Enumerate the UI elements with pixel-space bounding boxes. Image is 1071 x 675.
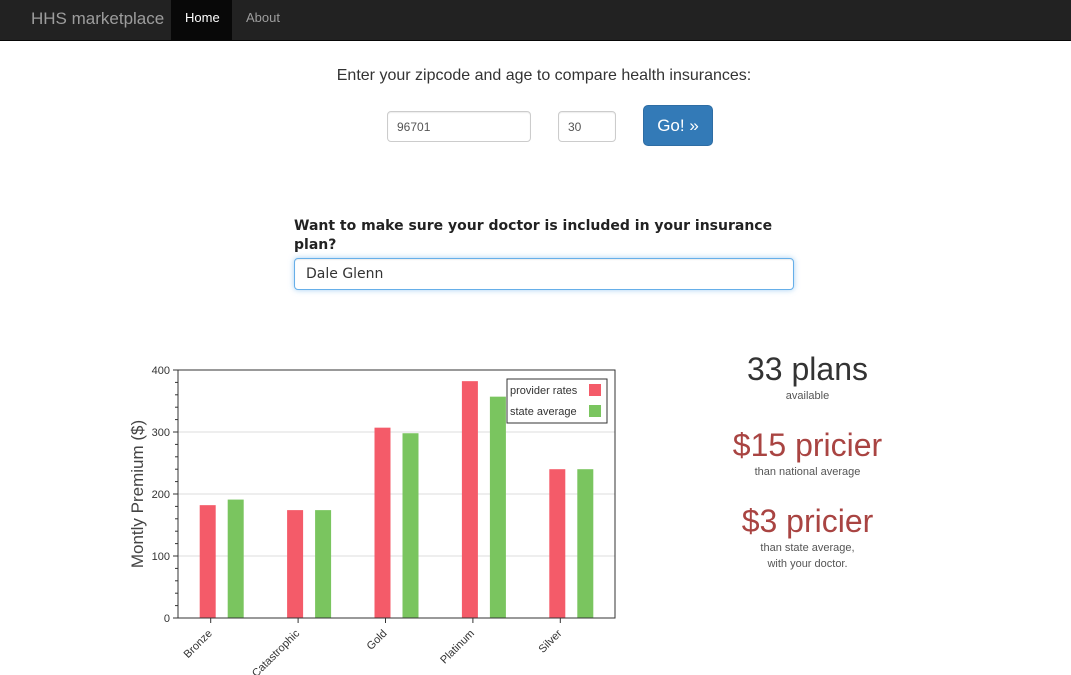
national-comparison: $15 pricier [732,427,883,463]
nav-about[interactable]: About [232,0,294,40]
y-tick-label: 100 [152,551,170,563]
bar-provider-rates-bronze [199,505,216,618]
plans-count: 33 plans [747,351,868,387]
bar-provider-rates-catastrophic [287,510,304,618]
doctor-question: Want to make sure your doctor is include… [294,218,773,253]
state-sub-2: with your doctor. [767,558,848,570]
bar-provider-rates-gold [374,427,391,618]
age-input[interactable] [558,111,616,142]
bar-state-average-catastrophic [315,510,332,618]
y-tick-label: 0 [164,613,170,625]
premium-bar-chart: 0 100 200 300 400 Montly Premium ($) Bronze Cat… [128,365,616,675]
bar-state-average-platinum [489,396,506,618]
legend-label: state average [510,406,577,418]
stats-panel: 33 plans available $15 pricier than nati… [700,350,915,572]
bar-state-average-bronze [227,499,244,618]
state-sub-1: than state average, [760,542,855,554]
bar-state-average-silver [577,469,594,618]
legend-swatch [589,405,601,417]
x-tick-label: Gold [365,628,390,653]
brand-link[interactable]: HHS marketplace [31,9,164,29]
zipcode-input[interactable] [387,111,531,142]
x-tick-label: Bronze [182,628,215,661]
bar-state-average-gold [402,433,419,618]
go-button[interactable]: Go! » [643,105,713,146]
x-tick-label: Catastrophic [250,627,303,675]
x-tick-label: Platinum [438,628,477,667]
plans-sub: available [785,390,830,402]
bar-provider-rates-silver [549,469,566,618]
search-prompt: Enter your zipcode and age to compare he… [336,67,752,84]
y-tick-label: 200 [152,489,170,501]
legend-swatch [589,384,601,396]
bar-provider-rates-platinum [461,381,478,618]
state-comparison: $3 pricier [741,503,874,539]
y-axis-label: Montly Premium ($) [128,420,147,568]
x-tick-label: Silver [536,627,564,655]
y-tick-label: 400 [152,365,170,377]
national-sub: than national average [754,466,861,478]
y-tick-label: 300 [152,427,170,439]
nav-home[interactable]: Home [171,0,232,40]
navbar: HHS marketplace Home About [0,0,1071,41]
legend-label: provider rates [510,385,578,397]
doctor-input[interactable] [294,258,794,290]
